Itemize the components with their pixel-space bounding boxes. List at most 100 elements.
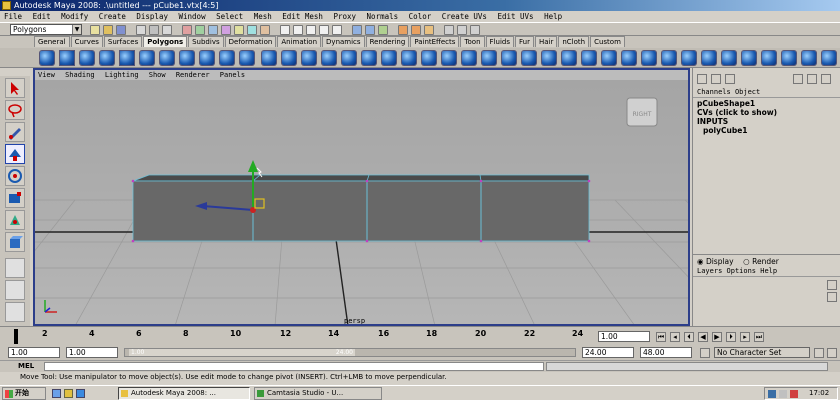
four-view-layout-icon[interactable] bbox=[5, 280, 25, 300]
taskbar-camtasia-button[interactable]: Camtasia Studio - U... bbox=[254, 387, 382, 400]
lasso-tool-icon[interactable] bbox=[5, 100, 25, 120]
menu-edit-uvs[interactable]: Edit UVs bbox=[497, 12, 533, 21]
select-component-icon[interactable] bbox=[162, 25, 172, 35]
tab-surfaces[interactable]: Surfaces bbox=[103, 36, 143, 47]
move-tool-icon[interactable] bbox=[5, 144, 25, 164]
make-live-icon[interactable] bbox=[332, 25, 342, 35]
start-range-field[interactable]: 1.00 bbox=[66, 347, 118, 358]
tab-fur[interactable]: Fur bbox=[514, 36, 534, 47]
mask-handles-icon[interactable] bbox=[182, 25, 192, 35]
panel-menu-renderer[interactable]: Renderer bbox=[176, 71, 210, 79]
bevel-icon[interactable] bbox=[562, 51, 576, 65]
universal-manipulator-icon[interactable] bbox=[5, 210, 25, 230]
animation-preferences-icon[interactable] bbox=[827, 348, 837, 358]
poly-cone-icon[interactable] bbox=[100, 51, 114, 65]
layer-editor-toggle-icon[interactable] bbox=[711, 74, 721, 84]
scale-tool-icon[interactable] bbox=[5, 188, 25, 208]
uv-editor-icon[interactable] bbox=[682, 51, 696, 65]
outliner-layout-icon[interactable] bbox=[5, 302, 25, 322]
input-node-label[interactable]: polyCube1 bbox=[697, 126, 840, 135]
extrude-icon[interactable] bbox=[522, 51, 536, 65]
panel-menu-lighting[interactable]: Lighting bbox=[105, 71, 139, 79]
offset-edge-loop-icon[interactable] bbox=[502, 51, 516, 65]
snap-curve-icon[interactable] bbox=[293, 25, 303, 35]
show-tool-settings-icon[interactable] bbox=[457, 25, 467, 35]
play-forwards-icon[interactable]: ▶ bbox=[712, 332, 722, 342]
poly-pipe-icon[interactable] bbox=[200, 51, 214, 65]
start-button[interactable]: 开始 bbox=[2, 387, 46, 400]
tray-network-icon[interactable] bbox=[768, 390, 776, 398]
menu-mesh[interactable]: Mesh bbox=[254, 12, 272, 21]
mask-joints-icon[interactable] bbox=[195, 25, 205, 35]
panel-menu-view[interactable]: View bbox=[38, 71, 55, 79]
new-scene-icon[interactable] bbox=[90, 25, 100, 35]
snap-point-icon[interactable] bbox=[306, 25, 316, 35]
delete-edge-icon[interactable] bbox=[602, 51, 616, 65]
display-radio[interactable]: ◉ Display bbox=[697, 257, 734, 266]
poly-cube-icon[interactable] bbox=[60, 51, 74, 65]
show-manipulator-icon[interactable] bbox=[5, 232, 25, 252]
bridge-icon[interactable] bbox=[542, 51, 556, 65]
poly-torus-icon[interactable] bbox=[140, 51, 154, 65]
tray-volume-icon[interactable] bbox=[779, 390, 787, 398]
layer-menu-help[interactable]: Help bbox=[760, 267, 777, 275]
menu-edit-mesh[interactable]: Edit Mesh bbox=[282, 12, 323, 21]
select-object-icon[interactable] bbox=[149, 25, 159, 35]
end-time-field[interactable]: 48.00 bbox=[640, 347, 692, 358]
separate-icon[interactable] bbox=[282, 51, 296, 65]
tray-app-icon[interactable] bbox=[790, 390, 798, 398]
mask-deformations-icon[interactable] bbox=[234, 25, 244, 35]
shape-node-label[interactable]: pCubeShape1 bbox=[697, 99, 840, 108]
quadrangulate-icon[interactable] bbox=[782, 51, 796, 65]
tab-ncloth[interactable]: nCloth bbox=[558, 36, 590, 47]
poly-soccer-ball-icon[interactable] bbox=[240, 51, 254, 65]
panel-menu-panels[interactable]: Panels bbox=[220, 71, 245, 79]
step-back-icon[interactable]: ◂ bbox=[670, 332, 680, 342]
mask-dynamics-icon[interactable] bbox=[247, 25, 257, 35]
layer-menu-layers[interactable]: Layers bbox=[697, 267, 722, 275]
tab-painteffects[interactable]: PaintEffects bbox=[410, 36, 460, 47]
planar-mapping-icon[interactable] bbox=[622, 51, 636, 65]
quick-launch-explorer-icon[interactable] bbox=[64, 389, 73, 398]
panel-menu-show[interactable]: Show bbox=[149, 71, 166, 79]
tab-fluids[interactable]: Fluids bbox=[485, 36, 514, 47]
output-ops-icon[interactable] bbox=[365, 25, 375, 35]
smooth-icon[interactable] bbox=[322, 51, 336, 65]
menu-select[interactable]: Select bbox=[216, 12, 243, 21]
show-attribute-editor-icon[interactable] bbox=[444, 25, 454, 35]
poly-sphere-icon[interactable] bbox=[40, 51, 54, 65]
perspective-viewport[interactable]: View Shading Lighting Show Renderer Pane… bbox=[33, 68, 690, 326]
spherical-mapping-icon[interactable] bbox=[662, 51, 676, 65]
append-polygon-icon[interactable] bbox=[442, 51, 456, 65]
new-layer-selected-icon[interactable] bbox=[827, 292, 837, 302]
show-channel-box-icon[interactable] bbox=[470, 25, 480, 35]
panel-menu-shading[interactable]: Shading bbox=[65, 71, 95, 79]
tab-polygons[interactable]: Polygons bbox=[143, 36, 188, 47]
tab-rendering[interactable]: Rendering bbox=[365, 36, 410, 47]
step-forward-key-icon[interactable]: ⏵ bbox=[726, 332, 736, 342]
start-time-field[interactable]: 1.00 bbox=[8, 347, 60, 358]
cvs-hint[interactable]: CVs (click to show) bbox=[697, 108, 840, 117]
tab-object[interactable]: Object bbox=[735, 88, 760, 96]
menu-edit[interactable]: Edit bbox=[33, 12, 51, 21]
poly-prism-icon[interactable] bbox=[160, 51, 174, 65]
snap-grid-icon[interactable] bbox=[280, 25, 290, 35]
step-forward-icon[interactable]: ▸ bbox=[740, 332, 750, 342]
go-to-end-icon[interactable]: ⏭ bbox=[754, 332, 764, 342]
menu-help[interactable]: Help bbox=[544, 12, 562, 21]
current-frame-field[interactable]: 1.00 bbox=[598, 331, 650, 342]
go-to-start-icon[interactable]: ⏮ bbox=[656, 332, 666, 342]
snap-view-plane-icon[interactable] bbox=[319, 25, 329, 35]
taskbar-maya-button[interactable]: Autodesk Maya 2008: ... bbox=[118, 387, 250, 400]
menu-color[interactable]: Color bbox=[409, 12, 432, 21]
fill-hole-icon[interactable] bbox=[422, 51, 436, 65]
menu-create[interactable]: Create bbox=[99, 12, 126, 21]
merge-icon[interactable] bbox=[582, 51, 596, 65]
character-set-dropdown[interactable]: No Character Set bbox=[714, 347, 810, 358]
character-set-icon[interactable] bbox=[700, 348, 710, 358]
mel-input[interactable] bbox=[44, 362, 544, 371]
layout-split-icon[interactable] bbox=[807, 74, 817, 84]
new-layer-icon[interactable] bbox=[827, 280, 837, 290]
insert-edge-loop-icon[interactable] bbox=[482, 51, 496, 65]
mask-rendering-icon[interactable] bbox=[260, 25, 270, 35]
